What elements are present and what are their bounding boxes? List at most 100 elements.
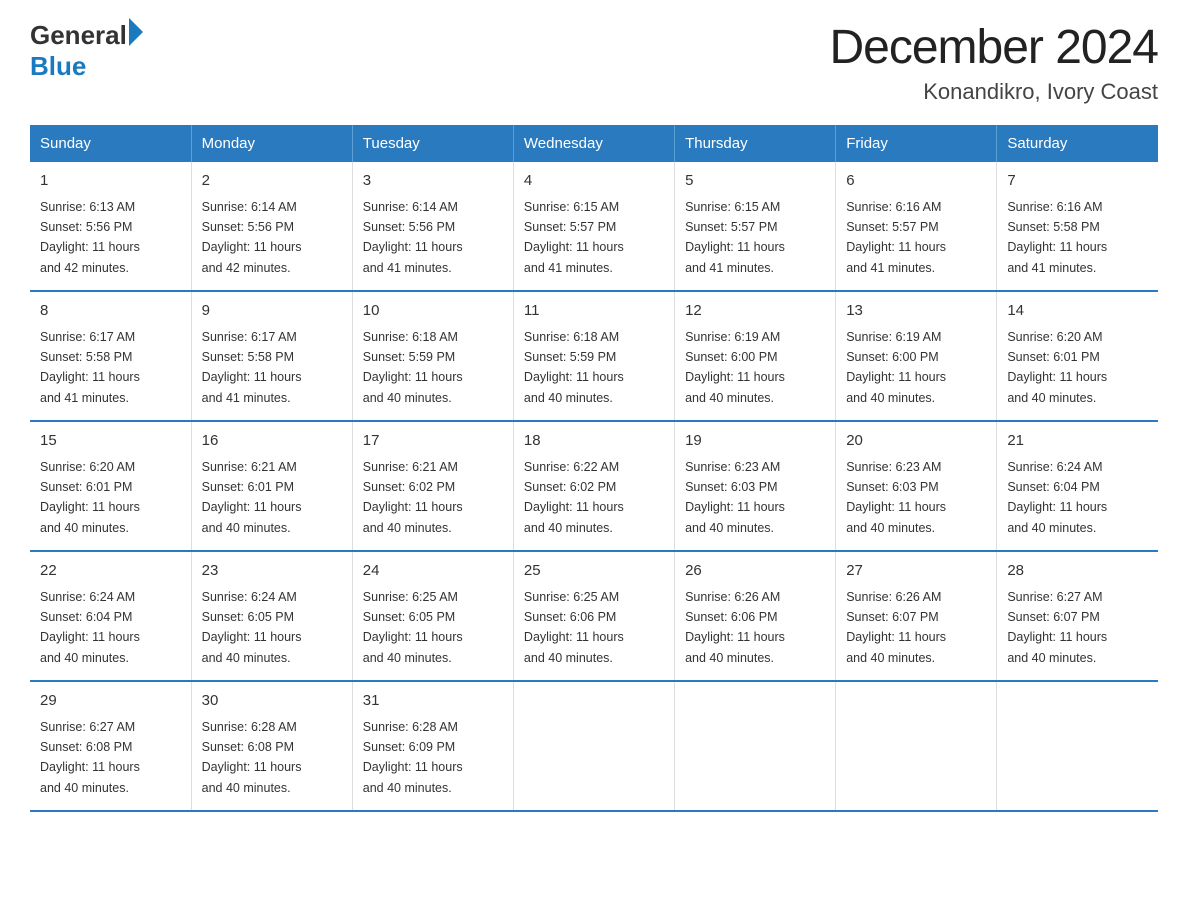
table-row: 26 Sunrise: 6:26 AMSunset: 6:06 PMDaylig… [675,551,836,681]
col-thursday: Thursday [675,125,836,162]
day-info: Sunrise: 6:23 AMSunset: 6:03 PMDaylight:… [685,460,785,535]
table-row: 14 Sunrise: 6:20 AMSunset: 6:01 PMDaylig… [997,291,1158,421]
day-info: Sunrise: 6:18 AMSunset: 5:59 PMDaylight:… [363,330,463,405]
day-number: 15 [40,430,181,453]
table-row: 23 Sunrise: 6:24 AMSunset: 6:05 PMDaylig… [191,551,352,681]
day-number: 6 [846,170,986,193]
day-number: 5 [685,170,825,193]
day-info: Sunrise: 6:28 AMSunset: 6:09 PMDaylight:… [363,720,463,795]
day-number: 26 [685,560,825,583]
day-number: 16 [202,430,342,453]
table-row [675,681,836,811]
day-info: Sunrise: 6:23 AMSunset: 6:03 PMDaylight:… [846,460,946,535]
col-saturday: Saturday [997,125,1158,162]
day-info: Sunrise: 6:24 AMSunset: 6:04 PMDaylight:… [1007,460,1107,535]
calendar-table: Sunday Monday Tuesday Wednesday Thursday… [30,125,1158,812]
calendar-week-row: 8 Sunrise: 6:17 AMSunset: 5:58 PMDayligh… [30,291,1158,421]
table-row [836,681,997,811]
day-info: Sunrise: 6:14 AMSunset: 5:56 PMDaylight:… [202,200,302,275]
logo-triangle-icon [129,18,143,46]
day-info: Sunrise: 6:27 AMSunset: 6:08 PMDaylight:… [40,720,140,795]
day-number: 19 [685,430,825,453]
col-tuesday: Tuesday [352,125,513,162]
table-row: 13 Sunrise: 6:19 AMSunset: 6:00 PMDaylig… [836,291,997,421]
table-row: 7 Sunrise: 6:16 AMSunset: 5:58 PMDayligh… [997,162,1158,291]
table-row [513,681,674,811]
table-row: 8 Sunrise: 6:17 AMSunset: 5:58 PMDayligh… [30,291,191,421]
day-number: 1 [40,170,181,193]
day-number: 29 [40,690,181,713]
table-row: 6 Sunrise: 6:16 AMSunset: 5:57 PMDayligh… [836,162,997,291]
col-monday: Monday [191,125,352,162]
day-number: 4 [524,170,664,193]
day-info: Sunrise: 6:25 AMSunset: 6:05 PMDaylight:… [363,590,463,665]
day-number: 12 [685,300,825,323]
day-info: Sunrise: 6:26 AMSunset: 6:07 PMDaylight:… [846,590,946,665]
table-row: 21 Sunrise: 6:24 AMSunset: 6:04 PMDaylig… [997,421,1158,551]
calendar-title: December 2024 [829,20,1158,75]
day-number: 18 [524,430,664,453]
table-row: 28 Sunrise: 6:27 AMSunset: 6:07 PMDaylig… [997,551,1158,681]
title-area: December 2024 Konandikro, Ivory Coast [829,20,1158,105]
day-info: Sunrise: 6:15 AMSunset: 5:57 PMDaylight:… [685,200,785,275]
table-row: 17 Sunrise: 6:21 AMSunset: 6:02 PMDaylig… [352,421,513,551]
col-wednesday: Wednesday [513,125,674,162]
day-number: 23 [202,560,342,583]
day-number: 13 [846,300,986,323]
table-row: 11 Sunrise: 6:18 AMSunset: 5:59 PMDaylig… [513,291,674,421]
day-info: Sunrise: 6:13 AMSunset: 5:56 PMDaylight:… [40,200,140,275]
day-number: 21 [1007,430,1148,453]
day-number: 8 [40,300,181,323]
day-number: 3 [363,170,503,193]
table-row: 10 Sunrise: 6:18 AMSunset: 5:59 PMDaylig… [352,291,513,421]
table-row: 9 Sunrise: 6:17 AMSunset: 5:58 PMDayligh… [191,291,352,421]
table-row: 12 Sunrise: 6:19 AMSunset: 6:00 PMDaylig… [675,291,836,421]
table-row: 24 Sunrise: 6:25 AMSunset: 6:05 PMDaylig… [352,551,513,681]
table-row: 30 Sunrise: 6:28 AMSunset: 6:08 PMDaylig… [191,681,352,811]
table-row: 15 Sunrise: 6:20 AMSunset: 6:01 PMDaylig… [30,421,191,551]
day-number: 2 [202,170,342,193]
table-row: 25 Sunrise: 6:25 AMSunset: 6:06 PMDaylig… [513,551,674,681]
table-row: 2 Sunrise: 6:14 AMSunset: 5:56 PMDayligh… [191,162,352,291]
col-friday: Friday [836,125,997,162]
page-header: General Blue December 2024 Konandikro, I… [30,20,1158,105]
day-number: 11 [524,300,664,323]
table-row: 5 Sunrise: 6:15 AMSunset: 5:57 PMDayligh… [675,162,836,291]
day-info: Sunrise: 6:24 AMSunset: 6:05 PMDaylight:… [202,590,302,665]
day-info: Sunrise: 6:20 AMSunset: 6:01 PMDaylight:… [40,460,140,535]
day-info: Sunrise: 6:21 AMSunset: 6:02 PMDaylight:… [363,460,463,535]
day-info: Sunrise: 6:16 AMSunset: 5:58 PMDaylight:… [1007,200,1107,275]
calendar-week-row: 29 Sunrise: 6:27 AMSunset: 6:08 PMDaylig… [30,681,1158,811]
table-row: 16 Sunrise: 6:21 AMSunset: 6:01 PMDaylig… [191,421,352,551]
table-row: 1 Sunrise: 6:13 AMSunset: 5:56 PMDayligh… [30,162,191,291]
calendar-week-row: 22 Sunrise: 6:24 AMSunset: 6:04 PMDaylig… [30,551,1158,681]
day-info: Sunrise: 6:19 AMSunset: 6:00 PMDaylight:… [846,330,946,405]
day-number: 24 [363,560,503,583]
logo-general-text: General [30,20,127,51]
table-row: 4 Sunrise: 6:15 AMSunset: 5:57 PMDayligh… [513,162,674,291]
calendar-header-row: Sunday Monday Tuesday Wednesday Thursday… [30,125,1158,162]
day-number: 28 [1007,560,1148,583]
table-row: 22 Sunrise: 6:24 AMSunset: 6:04 PMDaylig… [30,551,191,681]
table-row: 20 Sunrise: 6:23 AMSunset: 6:03 PMDaylig… [836,421,997,551]
day-info: Sunrise: 6:16 AMSunset: 5:57 PMDaylight:… [846,200,946,275]
day-info: Sunrise: 6:21 AMSunset: 6:01 PMDaylight:… [202,460,302,535]
day-info: Sunrise: 6:18 AMSunset: 5:59 PMDaylight:… [524,330,624,405]
day-info: Sunrise: 6:22 AMSunset: 6:02 PMDaylight:… [524,460,624,535]
day-info: Sunrise: 6:25 AMSunset: 6:06 PMDaylight:… [524,590,624,665]
day-number: 9 [202,300,342,323]
day-number: 20 [846,430,986,453]
calendar-week-row: 15 Sunrise: 6:20 AMSunset: 6:01 PMDaylig… [30,421,1158,551]
day-number: 7 [1007,170,1148,193]
day-number: 25 [524,560,664,583]
day-number: 30 [202,690,342,713]
day-number: 27 [846,560,986,583]
calendar-subtitle: Konandikro, Ivory Coast [829,79,1158,105]
table-row: 18 Sunrise: 6:22 AMSunset: 6:02 PMDaylig… [513,421,674,551]
day-info: Sunrise: 6:24 AMSunset: 6:04 PMDaylight:… [40,590,140,665]
day-info: Sunrise: 6:27 AMSunset: 6:07 PMDaylight:… [1007,590,1107,665]
day-info: Sunrise: 6:26 AMSunset: 6:06 PMDaylight:… [685,590,785,665]
logo: General Blue [30,20,143,82]
table-row: 29 Sunrise: 6:27 AMSunset: 6:08 PMDaylig… [30,681,191,811]
table-row: 31 Sunrise: 6:28 AMSunset: 6:09 PMDaylig… [352,681,513,811]
